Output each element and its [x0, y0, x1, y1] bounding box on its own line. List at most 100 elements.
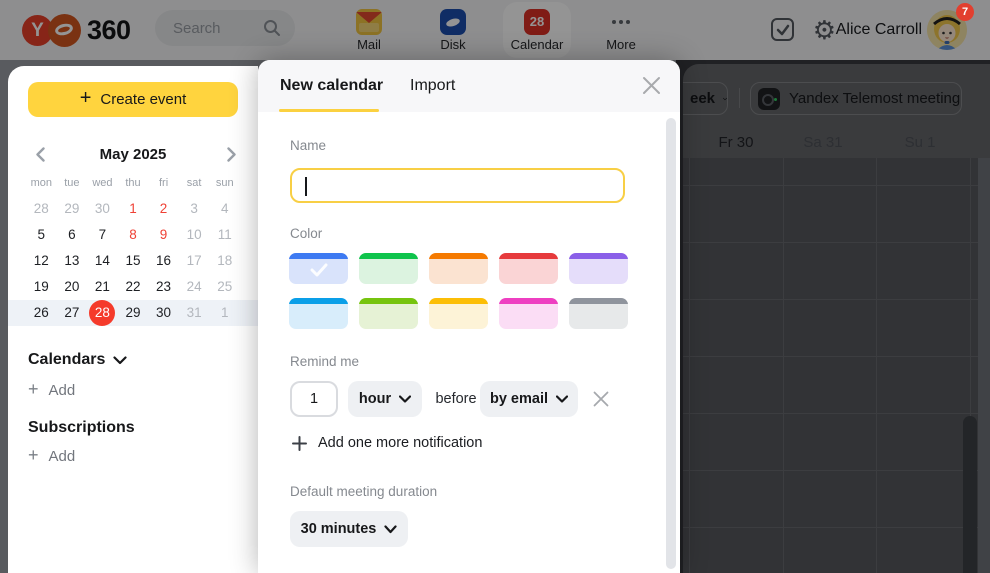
day-column-header: Fr 30	[696, 130, 776, 156]
mini-calendar-day[interactable]: 12	[26, 248, 57, 274]
color-swatch[interactable]	[569, 298, 628, 329]
user-name[interactable]: Alice Carroll	[836, 0, 922, 60]
plus-icon	[292, 436, 307, 451]
notification-badge[interactable]: 7	[956, 3, 974, 21]
remove-reminder-icon[interactable]	[592, 390, 610, 413]
search-input[interactable]: Search	[155, 10, 295, 46]
logo-360-text: 360	[87, 15, 131, 46]
mini-calendar-day[interactable]: 23	[148, 274, 179, 300]
name-label: Name	[290, 138, 326, 153]
subscriptions-heading: Subscriptions	[28, 419, 135, 437]
duration-dropdown[interactable]: 30 minutes	[290, 511, 408, 547]
add-notification-button[interactable]: Add one more notification	[292, 432, 482, 454]
create-event-button[interactable]: + Create event	[28, 82, 238, 117]
add-subscription-button[interactable]: + Add	[28, 445, 75, 467]
360-ring-icon	[48, 14, 81, 47]
mini-calendar-day[interactable]: 15	[118, 248, 149, 274]
view-switcher-week-dropdown[interactable]: eek	[683, 82, 728, 115]
toolbar-separator	[739, 88, 740, 108]
mini-calendar-day[interactable]: 2	[148, 196, 179, 222]
mini-calendar-day[interactable]: 17	[179, 248, 210, 274]
mini-calendar-day[interactable]: 1	[209, 300, 240, 326]
app-mail[interactable]: Mail	[335, 2, 403, 58]
mini-calendar-day[interactable]: 29	[118, 300, 149, 326]
app-disk[interactable]: Disk	[419, 2, 487, 58]
modal-scrollbar[interactable]	[666, 118, 676, 569]
reminder-value-input[interactable]: 1	[290, 381, 338, 417]
mini-calendar-day[interactable]: 18	[209, 248, 240, 274]
color-swatch[interactable]	[359, 253, 418, 284]
mini-calendar-day[interactable]: 14	[87, 248, 118, 274]
mini-calendar-day[interactable]: 30	[87, 196, 118, 222]
mini-calendar-day[interactable]: 22	[118, 274, 149, 300]
background-scrollbar-thumb[interactable]	[963, 416, 977, 573]
day-header-row: Fr 30Sa 31Su 1	[683, 130, 990, 156]
mini-calendar-day[interactable]: 31	[179, 300, 210, 326]
weekday-label: mon	[26, 172, 57, 194]
mini-calendar-day[interactable]: 3	[179, 196, 210, 222]
reminder-channel-value: by email	[490, 391, 548, 407]
calendar-icon: 28	[524, 9, 550, 35]
tab-import[interactable]: Import	[410, 60, 455, 112]
text-cursor	[305, 177, 307, 196]
grid-column-line	[783, 158, 784, 573]
color-swatch[interactable]	[499, 298, 558, 329]
mini-calendar-today[interactable]: 28	[87, 300, 118, 326]
reminder-channel-dropdown[interactable]: by email	[480, 381, 578, 417]
mini-calendar-day[interactable]: 13	[57, 248, 88, 274]
mini-calendar-day[interactable]: 16	[148, 248, 179, 274]
plus-icon: +	[28, 379, 39, 400]
mini-calendar-day[interactable]: 24	[179, 274, 210, 300]
calendars-section-header[interactable]: Calendars	[28, 349, 127, 371]
mini-calendar-day[interactable]: 1	[118, 196, 149, 222]
app-more[interactable]: More	[587, 2, 655, 58]
mini-calendar-day[interactable]: 11	[209, 222, 240, 248]
more-dots-icon	[608, 9, 634, 35]
yandex-360-logo[interactable]: Y 360	[22, 14, 131, 47]
mini-calendar-day[interactable]: 29	[57, 196, 88, 222]
color-swatch[interactable]	[499, 253, 558, 284]
weekday-label: sun	[209, 172, 240, 194]
mini-calendar-day[interactable]: 5	[26, 222, 57, 248]
reminder-unit-dropdown[interactable]: hour	[348, 381, 422, 417]
swatch-top-strip	[569, 298, 628, 304]
color-swatch[interactable]	[429, 298, 488, 329]
app-root: eek Yandex Telemost meeting Fr 30Sa 31Su…	[0, 0, 990, 573]
mini-calendar-day[interactable]: 30	[148, 300, 179, 326]
add-calendar-button[interactable]: + Add	[28, 379, 75, 401]
mini-calendar-day[interactable]: 9	[148, 222, 179, 248]
mini-calendar-day[interactable]: 10	[179, 222, 210, 248]
mini-calendar-day[interactable]: 7	[87, 222, 118, 248]
color-swatch[interactable]	[429, 253, 488, 284]
mini-calendar-day[interactable]: 26	[26, 300, 57, 326]
weekday-label: thu	[118, 172, 149, 194]
mini-calendar-day[interactable]: 27	[57, 300, 88, 326]
mini-calendar-day[interactable]: 6	[57, 222, 88, 248]
mini-calendar-day[interactable]: 28	[26, 196, 57, 222]
mini-calendar-day[interactable]: 19	[26, 274, 57, 300]
mini-calendar-day[interactable]: 21	[87, 274, 118, 300]
add-subscription-label: Add	[49, 448, 76, 465]
day-column-header: Su 1	[880, 130, 960, 156]
mini-calendar-day[interactable]: 20	[57, 274, 88, 300]
mini-calendar-day[interactable]: 25	[209, 274, 240, 300]
app-calendar[interactable]: 28 Calendar	[503, 2, 571, 58]
swatch-top-strip	[429, 298, 488, 304]
tab-new-calendar[interactable]: New calendar	[280, 60, 383, 112]
swatch-top-strip	[569, 253, 628, 259]
next-month-chevron-icon[interactable]	[227, 147, 236, 167]
color-swatch[interactable]	[289, 298, 348, 329]
color-swatch[interactable]	[569, 253, 628, 284]
telemost-meeting-button[interactable]: Yandex Telemost meeting	[750, 82, 962, 115]
calendar-name-input[interactable]	[290, 168, 625, 203]
mini-calendar-day[interactable]: 8	[118, 222, 149, 248]
app-disk-label: Disk	[419, 37, 487, 52]
swatch-top-strip	[499, 298, 558, 304]
close-icon[interactable]	[641, 75, 662, 101]
tasks-checkbox-icon[interactable]	[771, 18, 794, 41]
settings-gear-icon[interactable]: ⚙	[813, 5, 836, 55]
mini-calendar-day[interactable]: 4	[209, 196, 240, 222]
color-swatch[interactable]	[359, 298, 418, 329]
weekday-label: sat	[179, 172, 210, 194]
color-swatch-selected[interactable]	[289, 253, 348, 284]
